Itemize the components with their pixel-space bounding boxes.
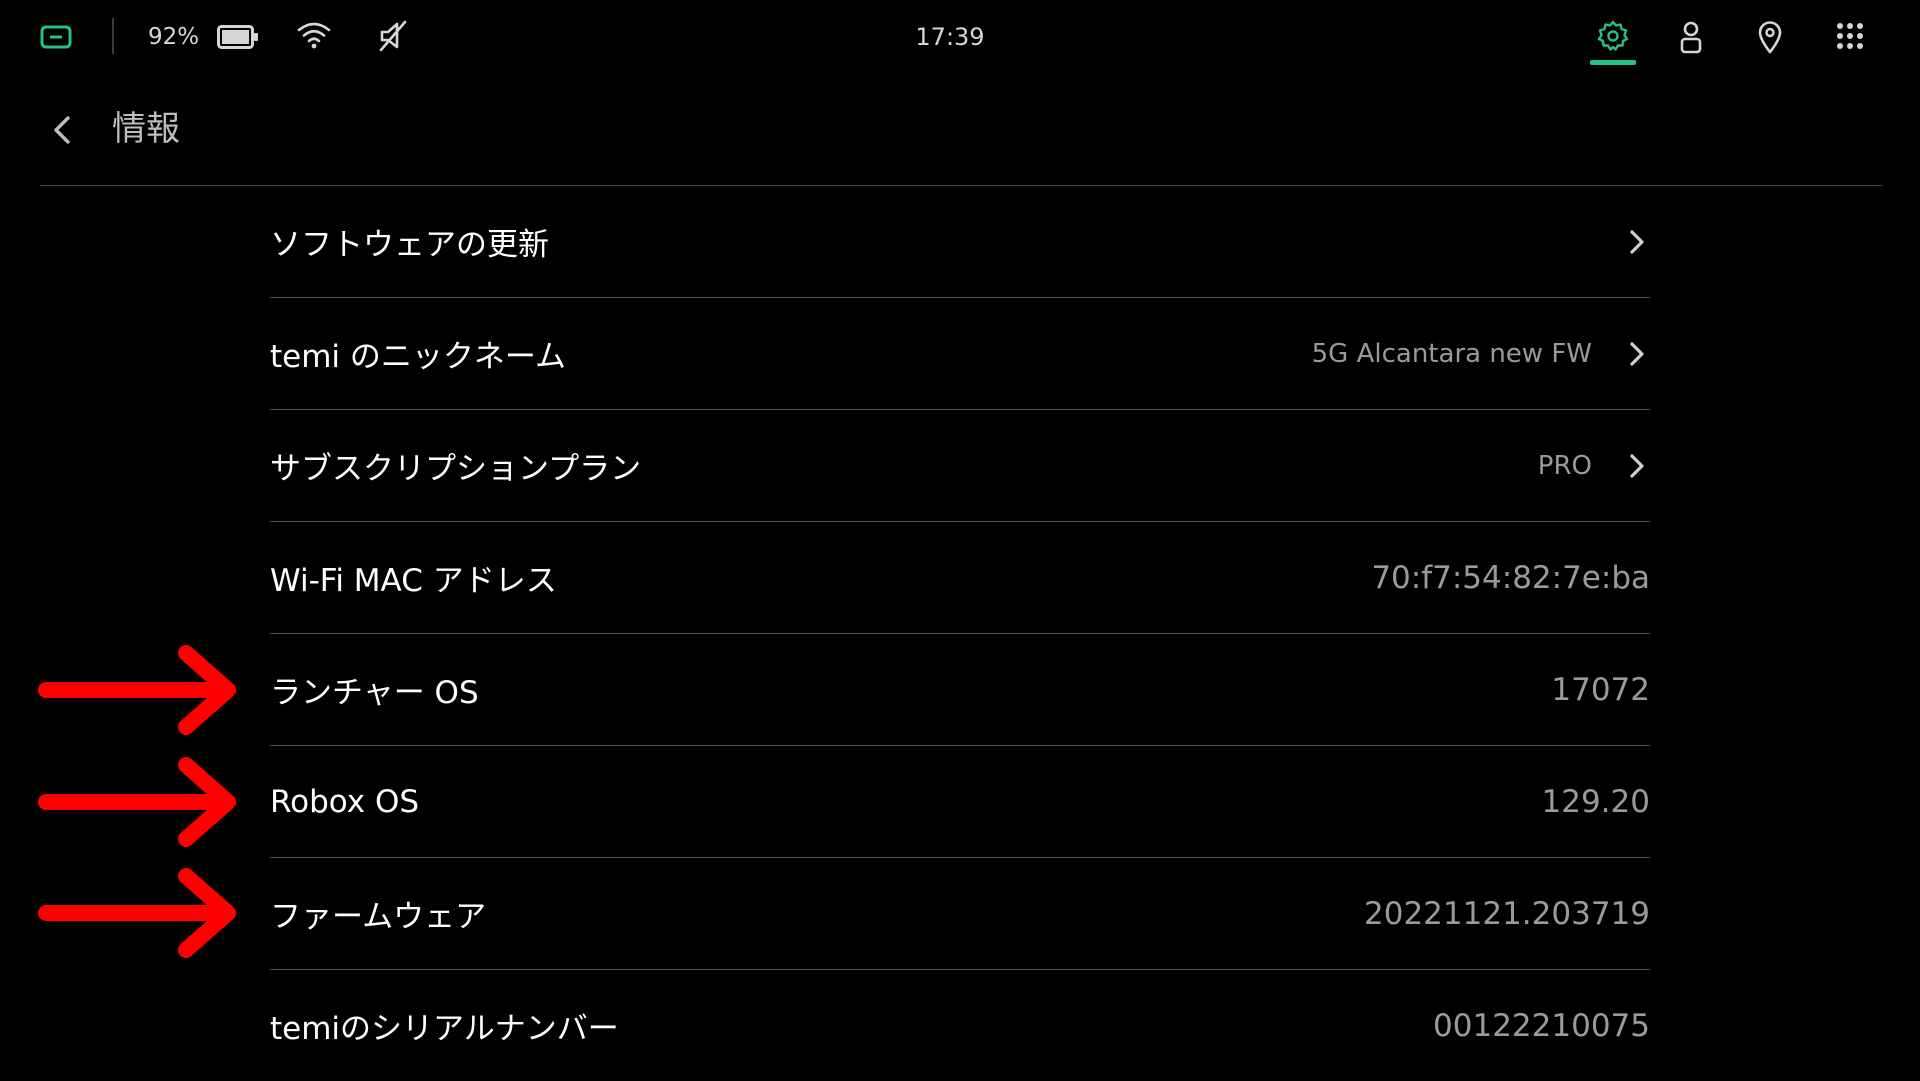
list-item-label: Robox OS [270,783,420,820]
nickname-value: 5G Alcantara new FW [1311,338,1592,369]
chevron-right-icon [1630,341,1644,366]
red-arrow-annotation [38,757,236,847]
software-update-item[interactable]: ソフトウェアの更新 [270,186,1650,298]
red-arrow-annotation [38,868,236,958]
page-title: 情報 [112,109,180,149]
subscription-plan-item[interactable]: サブスクリプションプラン PRO [270,410,1650,522]
list-item-label: ランチャー OS [270,675,479,711]
chevron-right-icon [1630,229,1644,254]
location-icon[interactable] [1756,20,1784,54]
serial-number-item: temiのシリアルナンバー 00122210075 [270,970,1650,1081]
list-item-label: temi のニックネーム [270,339,566,375]
launcher-os-value: 17072 [1551,671,1650,708]
red-arrow-annotation [38,645,236,735]
settings-icon[interactable] [1597,20,1629,52]
settings-list: ソフトウェアの更新 temi のニックネーム 5G Alcantara new … [270,186,1650,1081]
launcher-os-item: ランチャー OS 17072 [270,634,1650,746]
firmware-item: ファームウェア 20221121.203719 [270,858,1650,970]
serial-number-value: 00122210075 [1433,1007,1650,1044]
firmware-value: 20221121.203719 [1364,895,1650,932]
chevron-right-icon [1630,453,1644,478]
status-bar: 92% 17:39 [0,0,1920,74]
list-item-label: temiのシリアルナンバー [270,1011,619,1047]
wifi-mac-item: Wi-Fi MAC アドレス 70:f7:54:82:7e:ba [270,522,1650,634]
list-item-label: ファームウェア [270,899,487,935]
wifi-mac-value: 70:f7:54:82:7e:ba [1371,559,1650,596]
list-item-label: Wi-Fi MAC アドレス [270,563,557,599]
nickname-item[interactable]: temi のニックネーム 5G Alcantara new FW [270,298,1650,410]
list-item-label: サブスクリプションプラン [270,451,642,487]
robox-os-item: Robox OS 129.20 [270,746,1650,858]
user-icon[interactable] [1677,20,1705,54]
chevron-left-icon [54,116,70,144]
robox-os-value: 129.20 [1541,783,1650,820]
list-item-label: ソフトウェアの更新 [270,227,549,263]
active-tab-indicator [1590,60,1636,65]
back-button[interactable] [44,108,84,152]
subscription-plan-value: PRO [1537,450,1592,481]
apps-grid-icon[interactable] [1836,22,1864,50]
